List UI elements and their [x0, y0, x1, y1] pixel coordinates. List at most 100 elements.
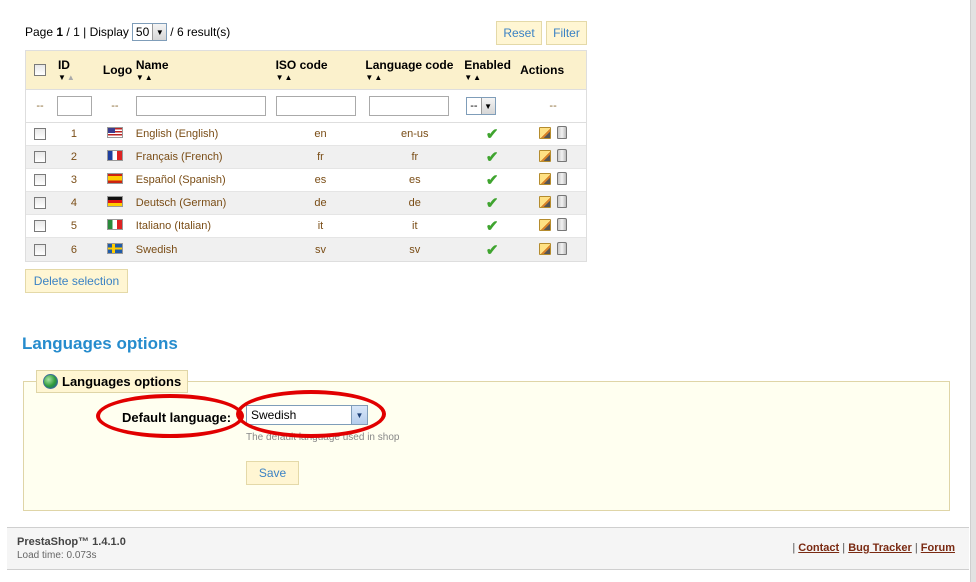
select-all-checkbox[interactable] — [33, 64, 46, 76]
row-iso: sv — [314, 243, 326, 256]
row-checkbox[interactable] — [33, 151, 46, 163]
chevron-down-icon: ▼ — [480, 98, 495, 114]
sort-arrows-icon[interactable]: ▼▲ — [464, 73, 520, 82]
column-header-actions: Actions — [520, 63, 565, 77]
sort-arrows-icon[interactable]: ▼▲ — [136, 73, 276, 82]
row-name: Italiano (Italian) — [135, 220, 212, 232]
enabled-check-icon[interactable]: ✔ — [486, 242, 499, 259]
per-page-value: 50 — [135, 25, 150, 39]
footer-links: | Contact | Bug Tracker | Forum — [792, 542, 955, 554]
footer-separator: | — [842, 542, 846, 554]
per-page-select[interactable]: 50 ▼ — [131, 23, 168, 41]
edit-icon[interactable] — [539, 219, 552, 231]
enabled-check-icon[interactable]: ✔ — [486, 172, 499, 189]
delete-icon[interactable] — [557, 149, 568, 162]
column-header-enabled: Enabled — [464, 58, 511, 72]
legend-label: Languages options — [62, 374, 182, 389]
enabled-check-icon[interactable]: ✔ — [486, 126, 499, 143]
flag-de-icon — [106, 196, 123, 207]
fieldset-legend: Languages options — [36, 370, 189, 393]
edit-icon[interactable] — [539, 127, 552, 139]
edit-icon[interactable] — [539, 242, 552, 255]
filter-enabled-select[interactable]: -- ▼ — [466, 97, 496, 115]
row-language-code: sv — [409, 243, 421, 256]
filter-language-code-input[interactable] — [369, 96, 450, 116]
table-row[interactable]: 1 English (English) en en-us ✔ — [26, 123, 586, 146]
pager-separator: | — [83, 25, 87, 39]
enabled-check-icon[interactable]: ✔ — [486, 195, 499, 212]
current-page: 1 — [56, 25, 64, 39]
row-checkbox[interactable] — [33, 174, 46, 186]
table-row[interactable]: 5 Italiano (Italian) it it ✔ — [26, 215, 586, 238]
footer-load-time: Load time: 0.073s — [17, 550, 97, 561]
row-iso: it — [317, 220, 324, 232]
edit-icon[interactable] — [539, 150, 552, 162]
enabled-check-icon[interactable]: ✔ — [486, 149, 499, 166]
table-row[interactable]: 3 Español (Spanish) es es ✔ — [26, 169, 586, 192]
table-row[interactable]: 6 Swedish sv sv ✔ — [26, 238, 586, 261]
sort-arrows-icon[interactable]: ▼▲ — [365, 73, 464, 82]
row-iso: de — [314, 197, 327, 209]
flag-es-icon — [106, 173, 123, 184]
delete-icon[interactable] — [557, 241, 568, 255]
row-name: Swedish — [135, 243, 178, 256]
row-checkbox[interactable] — [33, 197, 46, 209]
column-header-iso: ISO code — [275, 58, 328, 72]
edit-icon[interactable] — [539, 196, 552, 208]
filter-name-input[interactable] — [135, 96, 266, 116]
row-language-code: en-us — [401, 128, 429, 140]
filter-dash: -- — [111, 100, 119, 112]
filter-id-input[interactable] — [56, 96, 92, 116]
flag-se-icon — [106, 242, 123, 254]
bug-tracker-link[interactable]: Bug Tracker — [848, 542, 912, 554]
flag-it-icon — [106, 219, 123, 230]
flag-fr-icon — [106, 150, 123, 161]
row-id: 5 — [70, 220, 77, 232]
row-checkbox[interactable] — [33, 128, 46, 140]
delete-selection-button[interactable]: Delete selection — [25, 269, 128, 293]
row-checkbox[interactable] — [33, 220, 46, 232]
row-id: 1 — [70, 128, 77, 140]
page-right-border — [970, 0, 976, 582]
filter-enabled-value: -- — [470, 100, 478, 112]
row-language-code: it — [412, 220, 418, 232]
footer-version: PrestaShop™ 1.4.1.0 — [17, 536, 126, 548]
contact-link[interactable]: Contact — [798, 542, 839, 554]
delete-icon[interactable] — [557, 172, 568, 185]
table-row[interactable]: 2 Français (French) fr fr ✔ — [26, 146, 586, 169]
enabled-check-icon[interactable]: ✔ — [486, 218, 499, 235]
row-name: Deutsch (German) — [135, 197, 227, 209]
delete-icon[interactable] — [557, 195, 568, 208]
column-header-id: ID — [57, 58, 70, 72]
row-iso: fr — [317, 151, 324, 163]
languages-table: ID ▼▲ Logo Name ▼▲ ISO code ▼▲ Language … — [25, 50, 587, 262]
save-button[interactable]: Save — [246, 461, 299, 485]
pagination-bar: Page 1 / 1 | Display 50 ▼ / 6 result(s) — [25, 22, 230, 42]
delete-icon[interactable] — [557, 126, 568, 139]
flag-us-icon — [106, 127, 123, 138]
reset-button[interactable]: Reset — [496, 21, 542, 45]
row-id: 6 — [70, 243, 77, 256]
footer-separator: | — [914, 542, 918, 554]
sort-arrows-icon[interactable]: ▼▲ — [276, 73, 366, 82]
page-label: Page — [25, 25, 54, 39]
filter-iso-input[interactable] — [275, 96, 356, 116]
chevron-down-icon: ▼ — [152, 24, 167, 40]
table-header-row: ID ▼▲ Logo Name ▼▲ ISO code ▼▲ Language … — [26, 51, 586, 90]
edit-icon[interactable] — [539, 173, 552, 185]
row-checkbox[interactable] — [33, 243, 46, 256]
forum-link[interactable]: Forum — [921, 542, 955, 554]
section-title: Languages options — [22, 334, 178, 353]
globe-icon — [43, 374, 58, 389]
row-iso: en — [314, 128, 327, 140]
table-row[interactable]: 4 Deutsch (German) de de ✔ — [26, 192, 586, 215]
display-label: Display — [89, 25, 129, 39]
delete-icon[interactable] — [557, 218, 568, 231]
filter-button[interactable]: Filter — [546, 21, 587, 45]
column-header-logo: Logo — [102, 63, 133, 77]
column-header-language-code: Language code — [365, 58, 454, 72]
sort-arrows-icon[interactable]: ▼▲ — [58, 73, 94, 82]
row-id: 2 — [70, 151, 77, 163]
annotation-circle-select — [236, 390, 386, 438]
total-pages: / 1 — [66, 25, 80, 39]
